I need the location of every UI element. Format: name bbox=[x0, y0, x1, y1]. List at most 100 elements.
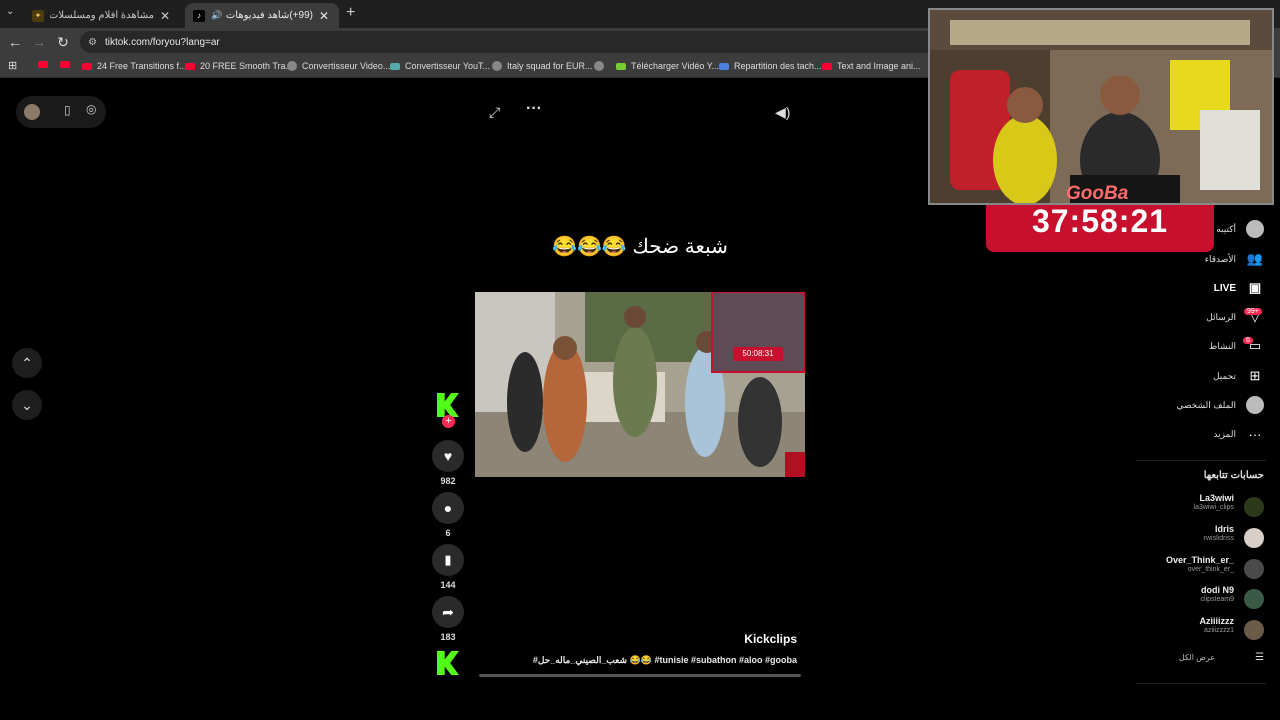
share-count: 183 bbox=[440, 632, 456, 642]
followed-account[interactable]: dodi N9 clipsteam9 bbox=[1134, 585, 1264, 613]
comment-icon: ● bbox=[443, 500, 453, 516]
heart-icon: ♥ bbox=[443, 448, 453, 464]
messages-badge: 99+ bbox=[1244, 308, 1262, 315]
avatar bbox=[1244, 559, 1264, 579]
followed-account[interactable]: Aziiiizzz aziiizzzz1 bbox=[1134, 616, 1264, 644]
docs-icon bbox=[719, 62, 729, 70]
comment-count: 6 bbox=[445, 528, 451, 538]
comment-button[interactable]: ● bbox=[432, 492, 464, 524]
next-video-button[interactable]: ⌄ bbox=[12, 390, 42, 420]
apps-grid-icon[interactable]: ⊞ bbox=[8, 59, 17, 72]
tab-movies[interactable]: ✦ مشاهدة أفلام ومسلسلات وبرامج ✕ bbox=[24, 3, 180, 28]
bookmark-item[interactable]: 20 FREE Smooth Tra... bbox=[185, 61, 293, 71]
sidebar-item-upload[interactable]: ⊞ تحميل bbox=[1213, 365, 1264, 387]
bookmark-icon: ▮ bbox=[444, 552, 452, 567]
avatar bbox=[1244, 497, 1264, 517]
avatar bbox=[1244, 620, 1264, 640]
see-all-link[interactable]: ☰ عرض الكل bbox=[1179, 652, 1264, 663]
site-favicon-icon: ✦ bbox=[32, 9, 44, 22]
bookmark-item[interactable] bbox=[60, 61, 75, 68]
bookmark-item[interactable]: 24 Free Transitions f... bbox=[82, 61, 187, 71]
inner-timer: 50:08:31 bbox=[733, 347, 783, 361]
url-text: tiktok.com/foryou?lang=ar bbox=[104, 36, 220, 48]
volume-icon[interactable]: ◀) bbox=[775, 104, 790, 121]
divider bbox=[1136, 683, 1266, 684]
more-options-icon[interactable]: ··· bbox=[526, 100, 542, 118]
back-button[interactable]: ← bbox=[7, 34, 23, 50]
site-info-icon[interactable]: ⚙ bbox=[88, 37, 97, 48]
upload-icon: ⊞ bbox=[1249, 368, 1261, 383]
follow-plus-icon[interactable]: + bbox=[442, 415, 455, 428]
compass-icon[interactable]: ◎ bbox=[86, 102, 96, 116]
google-icon bbox=[287, 61, 297, 71]
fullscreen-icon[interactable]: ⤢ bbox=[489, 104, 500, 121]
followed-account[interactable]: La3wiwi la3wiwi_clips bbox=[1134, 493, 1264, 521]
following-section-title: حسابات تتابعها bbox=[1203, 470, 1264, 481]
new-tab-button[interactable]: + bbox=[346, 4, 355, 22]
youtube-icon bbox=[185, 62, 195, 70]
author-name[interactable]: Kickclips bbox=[600, 632, 797, 646]
like-button[interactable]: ♥ bbox=[432, 440, 464, 472]
close-tab-icon[interactable]: ✕ bbox=[158, 9, 172, 23]
bookmark-item[interactable] bbox=[38, 61, 53, 68]
bookmark-item[interactable]: Repartition des tach... bbox=[719, 61, 822, 71]
webcam-overlay bbox=[928, 8, 1274, 205]
friends-icon: 👥 bbox=[1246, 251, 1264, 266]
followed-account[interactable]: Idris rwislidriss bbox=[1134, 524, 1264, 552]
forward-button[interactable]: → bbox=[31, 34, 47, 50]
avatar bbox=[1244, 528, 1264, 548]
tiktok-favicon-icon: ♪ bbox=[193, 9, 205, 22]
tab-title: (99+)شاهد فيديوهات متصدرة bbox=[226, 10, 313, 21]
bookmark-item[interactable]: Télécharger Vidéo Y... bbox=[616, 61, 719, 71]
bookmark-item[interactable]: Convertisseur YouT... bbox=[390, 61, 490, 71]
webcam-feed bbox=[930, 10, 1272, 203]
avatar bbox=[1244, 589, 1264, 609]
download-icon bbox=[616, 62, 626, 70]
video-title: شبعة ضحك 😂😂😂 bbox=[552, 236, 728, 258]
tab-search-chevron-icon[interactable]: ⌄ bbox=[6, 6, 14, 17]
divider bbox=[1136, 460, 1266, 461]
list-icon: ☰ bbox=[1255, 652, 1264, 663]
sidebar-item-profile[interactable]: الملف الشخصي bbox=[1176, 394, 1264, 416]
youtube-icon bbox=[60, 61, 70, 68]
video-thumbnail bbox=[475, 292, 805, 477]
user-avatar[interactable] bbox=[24, 104, 40, 120]
chevron-up-icon: ⌃ bbox=[21, 354, 33, 371]
device-icon[interactable]: ▯ bbox=[64, 103, 71, 117]
reload-button[interactable]: ↻ bbox=[55, 34, 71, 51]
sidebar-item-more[interactable]: ··· المزيد bbox=[1213, 423, 1264, 445]
activity-badge: 6 bbox=[1243, 337, 1253, 344]
sidebar-item-activity[interactable]: ▭ النشاط bbox=[1209, 335, 1264, 357]
video-progress-bar[interactable] bbox=[479, 674, 801, 677]
more-icon: ··· bbox=[1248, 426, 1262, 442]
avatar bbox=[1246, 396, 1264, 414]
share-button[interactable]: ➦ bbox=[432, 596, 464, 628]
audio-playing-icon[interactable]: 🔊 bbox=[211, 10, 222, 21]
video-caption: #شعب_الصيني_ماله_حل 😂😂 #tunisie #subatho… bbox=[532, 655, 797, 665]
previous-video-button[interactable]: ⌃ bbox=[12, 348, 42, 378]
save-count: 144 bbox=[440, 580, 456, 590]
youtube-icon bbox=[82, 62, 92, 70]
like-count: 982 bbox=[440, 476, 456, 486]
close-tab-icon[interactable]: ✕ bbox=[317, 9, 331, 23]
bookmark-item[interactable]: Text and Image ani... bbox=[822, 61, 921, 71]
tab-title: مشاهدة أفلام ومسلسلات وبرامج bbox=[50, 10, 154, 21]
youtube-icon bbox=[822, 62, 832, 70]
avatar bbox=[1246, 220, 1264, 238]
bookmark-item[interactable] bbox=[594, 61, 609, 71]
followed-account[interactable]: Over_Think_er_ over_think_er_ bbox=[1134, 555, 1264, 583]
share-arrow-icon: ➦ bbox=[442, 603, 454, 620]
video-player[interactable]: 50:08:31 bbox=[475, 292, 805, 477]
tab-tiktok[interactable]: ♪ 🔊 (99+)شاهد فيديوهات متصدرة ✕ bbox=[185, 3, 339, 28]
bookmark-item[interactable]: Italy squad for EUR... bbox=[492, 61, 593, 71]
sidebar-item-live[interactable]: ▣ LIVE bbox=[1214, 277, 1264, 299]
top-controls-pill: ▯ ◎ bbox=[16, 96, 106, 128]
bookmark-item[interactable]: Convertisseur Video... bbox=[287, 61, 390, 71]
sidebar-item-explore[interactable]: أكتيبه bbox=[1216, 218, 1264, 240]
save-button[interactable]: ▮ bbox=[432, 544, 464, 576]
globe-icon bbox=[492, 61, 502, 71]
url-input[interactable]: ⚙ tiktok.com/foryou?lang=ar bbox=[80, 31, 940, 53]
converter-icon bbox=[390, 62, 400, 70]
youtube-icon bbox=[38, 61, 48, 68]
sidebar-item-friends[interactable]: 👥 الأصدقاء bbox=[1205, 248, 1264, 270]
